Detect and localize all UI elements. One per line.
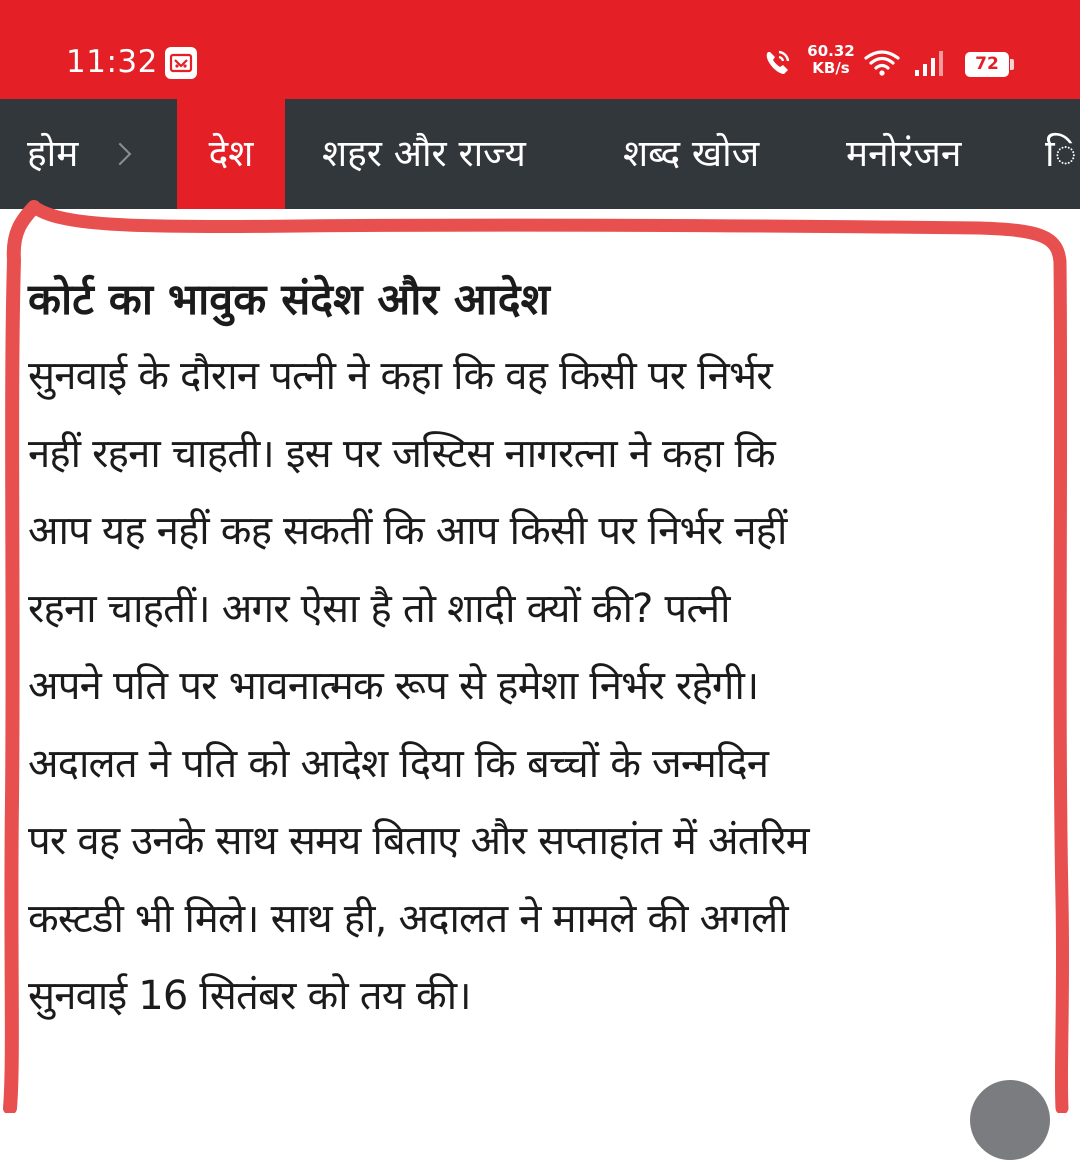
paragraph-line: सुनवाई के दौरान पत्नी ने कहा कि वह किसी … [28, 353, 773, 399]
paragraph-line: आप यह नहीं कह सकतीं कि आप किसी पर निर्भर… [28, 508, 787, 554]
battery-icon: 72 [965, 52, 1009, 77]
paragraph-line: रहना चाहतीं। अगर ऐसा है तो शादी क्यों की… [28, 585, 730, 632]
call-icon [766, 50, 790, 74]
paragraph-line: पर वह उनके साथ समय बिताए और सप्ताहांत मे… [28, 818, 810, 864]
paragraph-line: नहीं रहना चाहती। इस पर जस्टिस नागरत्ना न… [28, 430, 776, 477]
status-bar: 11:32 60.32 KB/s 72 [0, 0, 1080, 99]
section-heading: कोर्ट का भावुक संदेश और आदेश [28, 275, 550, 325]
nav-item-desh[interactable]: देश [177, 99, 285, 209]
status-time: 11:32 [66, 44, 158, 80]
app-notification-icon [165, 47, 197, 79]
paragraph-line: सुनवाई 16 सितंबर को तय की। [28, 973, 471, 1019]
paragraph-line: कस्टडी भी मिले। साथ ही, अदालत ने मामले क… [28, 895, 789, 942]
nav-item-word-search[interactable]: शब्द खोज [623, 99, 759, 209]
nav-item-home[interactable]: होम [27, 99, 78, 209]
scroll-top-button[interactable] [970, 1080, 1050, 1160]
network-speed: 60.32 KB/s [801, 43, 861, 77]
wifi-icon [864, 50, 900, 76]
battery-nub [1010, 59, 1014, 70]
chevron-right-icon [108, 142, 132, 166]
category-nav: होम देश शहर और राज्य शब्द खोज मनोरंजन ि [0, 99, 1080, 209]
network-speed-unit: KB/s [812, 59, 850, 77]
network-speed-value: 60.32 [807, 42, 855, 60]
paragraph-line: अपने पति पर भावनात्मक रूप से हमेशा निर्भ… [28, 663, 759, 709]
article-section: कोर्ट का भावुक संदेश और आदेश सुनवाई के द… [28, 262, 1058, 1036]
battery-level: 72 [975, 54, 999, 74]
nav-item-city-state[interactable]: शहर और राज्य [322, 99, 526, 209]
nav-item-entertainment[interactable]: मनोरंजन [846, 99, 961, 209]
nav-item-next[interactable]: ि [1045, 99, 1077, 209]
signal-icon [915, 51, 943, 76]
paragraph-line: अदालत ने पति को आदेश दिया कि बच्चों के ज… [28, 740, 769, 787]
